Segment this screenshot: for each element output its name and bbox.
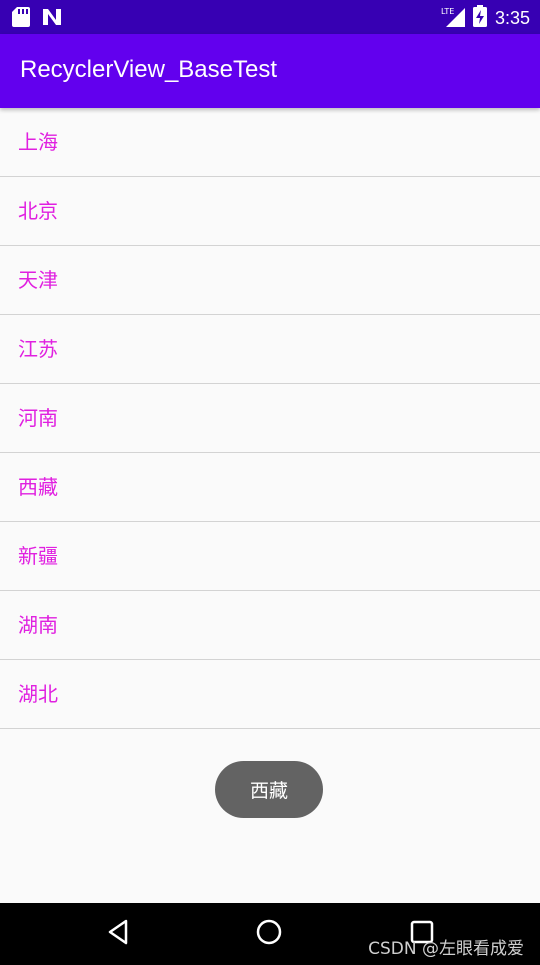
list-item-label: 新疆 — [18, 544, 58, 568]
list-item-label: 湖北 — [18, 682, 58, 706]
list-item[interactable]: 湖北 — [0, 660, 540, 729]
home-icon — [256, 919, 282, 949]
list-item-label: 江苏 — [18, 337, 58, 361]
recycler-list[interactable]: 上海 北京 天津 江苏 河南 西藏 新疆 湖南 湖北 — [0, 108, 540, 729]
list-item[interactable]: 上海 — [0, 108, 540, 177]
app-title: RecyclerView_BaseTest — [20, 56, 278, 83]
lte-signal-icon: LTE — [441, 5, 465, 31]
list-item[interactable]: 江苏 — [0, 315, 540, 384]
back-icon — [107, 919, 129, 949]
csdn-watermark: CSDN @左眼看成爱 — [368, 939, 524, 959]
home-button[interactable] — [247, 903, 291, 965]
list-item[interactable]: 河南 — [0, 384, 540, 453]
back-button[interactable] — [96, 903, 140, 965]
list-item-label: 天津 — [18, 268, 58, 292]
status-bar: LTE 3:35 — [0, 0, 540, 34]
list-item-label: 西藏 — [18, 475, 58, 499]
navigation-bar: CSDN @左眼看成爱 — [0, 903, 540, 965]
list-item[interactable]: 西藏 — [0, 453, 540, 522]
app-toolbar: RecyclerView_BaseTest — [0, 34, 540, 108]
list-item-label: 北京 — [18, 199, 58, 223]
status-clock: 3:35 — [494, 7, 530, 28]
n-logo-icon — [42, 7, 62, 31]
list-item[interactable]: 天津 — [0, 246, 540, 315]
list-item-label: 湖南 — [18, 613, 58, 637]
android-screen: LTE 3:35 RecyclerView_BaseTest 上海 北京 天津 … — [0, 0, 540, 965]
sd-card-icon — [12, 7, 30, 31]
list-item[interactable]: 新疆 — [0, 522, 540, 591]
toast-message: 西藏 — [215, 761, 323, 818]
status-bar-right: LTE 3:35 — [441, 5, 530, 31]
list-item-label: 河南 — [18, 406, 58, 430]
list-item[interactable]: 湖南 — [0, 591, 540, 660]
list-item[interactable]: 北京 — [0, 177, 540, 246]
svg-text:LTE: LTE — [441, 7, 454, 16]
battery-charging-icon — [472, 5, 487, 31]
list-item-label: 上海 — [18, 130, 58, 154]
status-bar-left — [12, 7, 62, 31]
